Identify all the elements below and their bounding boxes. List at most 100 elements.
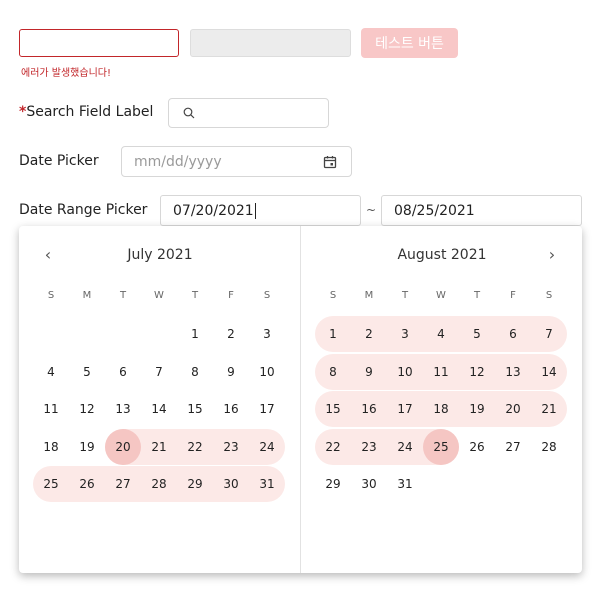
calendar-day[interactable]: 18 xyxy=(423,391,459,427)
range-start-value: 07/20/2021 xyxy=(173,202,254,219)
calendar-day[interactable]: 17 xyxy=(249,391,285,427)
calendar-day[interactable]: 26 xyxy=(69,466,105,502)
calendar-day[interactable]: 8 xyxy=(177,354,213,390)
calendar-day[interactable]: 10 xyxy=(249,354,285,390)
calendar-day[interactable]: 11 xyxy=(423,354,459,390)
calendar-day[interactable]: 30 xyxy=(351,466,387,502)
date-picker-label: Date Picker xyxy=(19,153,99,169)
weekday-header: T xyxy=(191,290,199,301)
calendar-day[interactable]: 6 xyxy=(105,354,141,390)
calendar-day[interactable]: 1 xyxy=(315,316,351,352)
calendar-day[interactable]: 29 xyxy=(315,466,351,502)
weekday-header: S xyxy=(47,290,55,301)
calendar-day[interactable]: 23 xyxy=(351,429,387,465)
calendar-day[interactable]: 18 xyxy=(33,429,69,465)
range-separator: ~ xyxy=(366,203,377,217)
calendar-day[interactable]: 19 xyxy=(69,429,105,465)
error-message: 에러가 발생했습니다! xyxy=(21,68,111,79)
range-start-input[interactable]: 07/20/2021 xyxy=(160,195,361,226)
calendar-day[interactable]: 15 xyxy=(315,391,351,427)
calendar-day[interactable]: 14 xyxy=(141,391,177,427)
search-field-label-wrap: *Search Field Label xyxy=(19,104,153,120)
calendar-day[interactable]: 24 xyxy=(387,429,423,465)
calendar-day[interactable]: 14 xyxy=(531,354,567,390)
weekday-header: W xyxy=(154,290,164,301)
calendar-day[interactable]: 6 xyxy=(495,316,531,352)
weekday-header: S xyxy=(545,290,553,301)
month-title-august: August 2021 xyxy=(397,247,487,263)
weekday-header: S xyxy=(329,290,337,301)
calendar-day[interactable]: 29 xyxy=(177,466,213,502)
calendar-day[interactable]: 2 xyxy=(351,316,387,352)
search-input[interactable] xyxy=(168,98,329,128)
calendar-day[interactable]: 13 xyxy=(495,354,531,390)
search-field-label: Search Field Label xyxy=(26,104,154,120)
calendar-day[interactable]: 12 xyxy=(69,391,105,427)
calendar-day[interactable]: 27 xyxy=(105,466,141,502)
weekday-header: M xyxy=(82,290,92,301)
weekday-header: F xyxy=(228,290,234,301)
calendar-day[interactable]: 19 xyxy=(459,391,495,427)
test-button[interactable]: 테스트 버튼 xyxy=(361,28,458,58)
calendar-day[interactable]: 9 xyxy=(351,354,387,390)
calendar-day[interactable]: 20 xyxy=(495,391,531,427)
calendar-day[interactable]: 7 xyxy=(141,354,177,390)
calendar-day[interactable]: 24 xyxy=(249,429,285,465)
calendar-day[interactable]: 30 xyxy=(213,466,249,502)
weekday-header: S xyxy=(263,290,271,301)
range-end-value: 08/25/2021 xyxy=(394,202,475,219)
calendar-day[interactable]: 17 xyxy=(387,391,423,427)
text-caret xyxy=(254,202,256,219)
calendar-day[interactable]: 22 xyxy=(177,429,213,465)
weekday-header: T xyxy=(119,290,127,301)
date-picker-input[interactable]: mm/dd/yyyy xyxy=(121,146,352,177)
calendar-day[interactable]: 8 xyxy=(315,354,351,390)
calendar-day[interactable]: 2 xyxy=(213,316,249,352)
calendar-day[interactable]: 5 xyxy=(459,316,495,352)
search-icon xyxy=(183,107,195,119)
calendar-day[interactable]: 28 xyxy=(531,429,567,465)
calendar-day[interactable]: 4 xyxy=(33,354,69,390)
calendar-day[interactable]: 26 xyxy=(459,429,495,465)
calendar-day[interactable]: 15 xyxy=(177,391,213,427)
calendar-day[interactable]: 21 xyxy=(141,429,177,465)
weekday-header: F xyxy=(510,290,516,301)
calendar-day[interactable]: 16 xyxy=(351,391,387,427)
calendar-day[interactable]: 7 xyxy=(531,316,567,352)
calendar-day[interactable]: 28 xyxy=(141,466,177,502)
calendar-day[interactable]: 10 xyxy=(387,354,423,390)
calendar-day-selected[interactable]: 25 xyxy=(423,428,459,465)
date-range-label: Date Range Picker xyxy=(19,202,148,218)
range-end-input[interactable]: 08/25/2021 xyxy=(381,195,582,226)
calendar-day[interactable]: 9 xyxy=(213,354,249,390)
month-title-july: July 2021 xyxy=(127,247,193,263)
weekday-header: T xyxy=(401,290,409,301)
error-text-input[interactable] xyxy=(19,29,179,57)
calendar-day[interactable]: 1 xyxy=(177,316,213,352)
date-picker-placeholder: mm/dd/yyyy xyxy=(134,153,222,170)
calendar-day[interactable]: 27 xyxy=(495,429,531,465)
calendar-day[interactable]: 5 xyxy=(69,354,105,390)
calendar-icon[interactable] xyxy=(323,155,337,169)
weekday-header: T xyxy=(473,290,481,301)
calendar-day[interactable]: 21 xyxy=(531,391,567,427)
prev-month-icon[interactable]: ‹ xyxy=(40,247,56,263)
calendar-day[interactable]: 31 xyxy=(249,466,285,502)
calendar-day[interactable]: 16 xyxy=(213,391,249,427)
calendar-day[interactable]: 3 xyxy=(249,316,285,352)
next-month-icon[interactable]: › xyxy=(544,247,560,263)
calendar-divider xyxy=(300,226,301,573)
weekday-header: W xyxy=(436,290,446,301)
calendar-day[interactable]: 11 xyxy=(33,391,69,427)
disabled-text-input xyxy=(190,29,351,57)
calendar-day[interactable]: 25 xyxy=(33,466,69,502)
calendar-day[interactable]: 3 xyxy=(387,316,423,352)
calendar-day[interactable]: 22 xyxy=(315,429,351,465)
calendar-day[interactable]: 13 xyxy=(105,391,141,427)
weekday-header: M xyxy=(364,290,374,301)
calendar-day[interactable]: 23 xyxy=(213,429,249,465)
calendar-day-selected[interactable]: 20 xyxy=(105,428,141,465)
calendar-day[interactable]: 12 xyxy=(459,354,495,390)
calendar-day[interactable]: 4 xyxy=(423,316,459,352)
calendar-day[interactable]: 31 xyxy=(387,466,423,502)
